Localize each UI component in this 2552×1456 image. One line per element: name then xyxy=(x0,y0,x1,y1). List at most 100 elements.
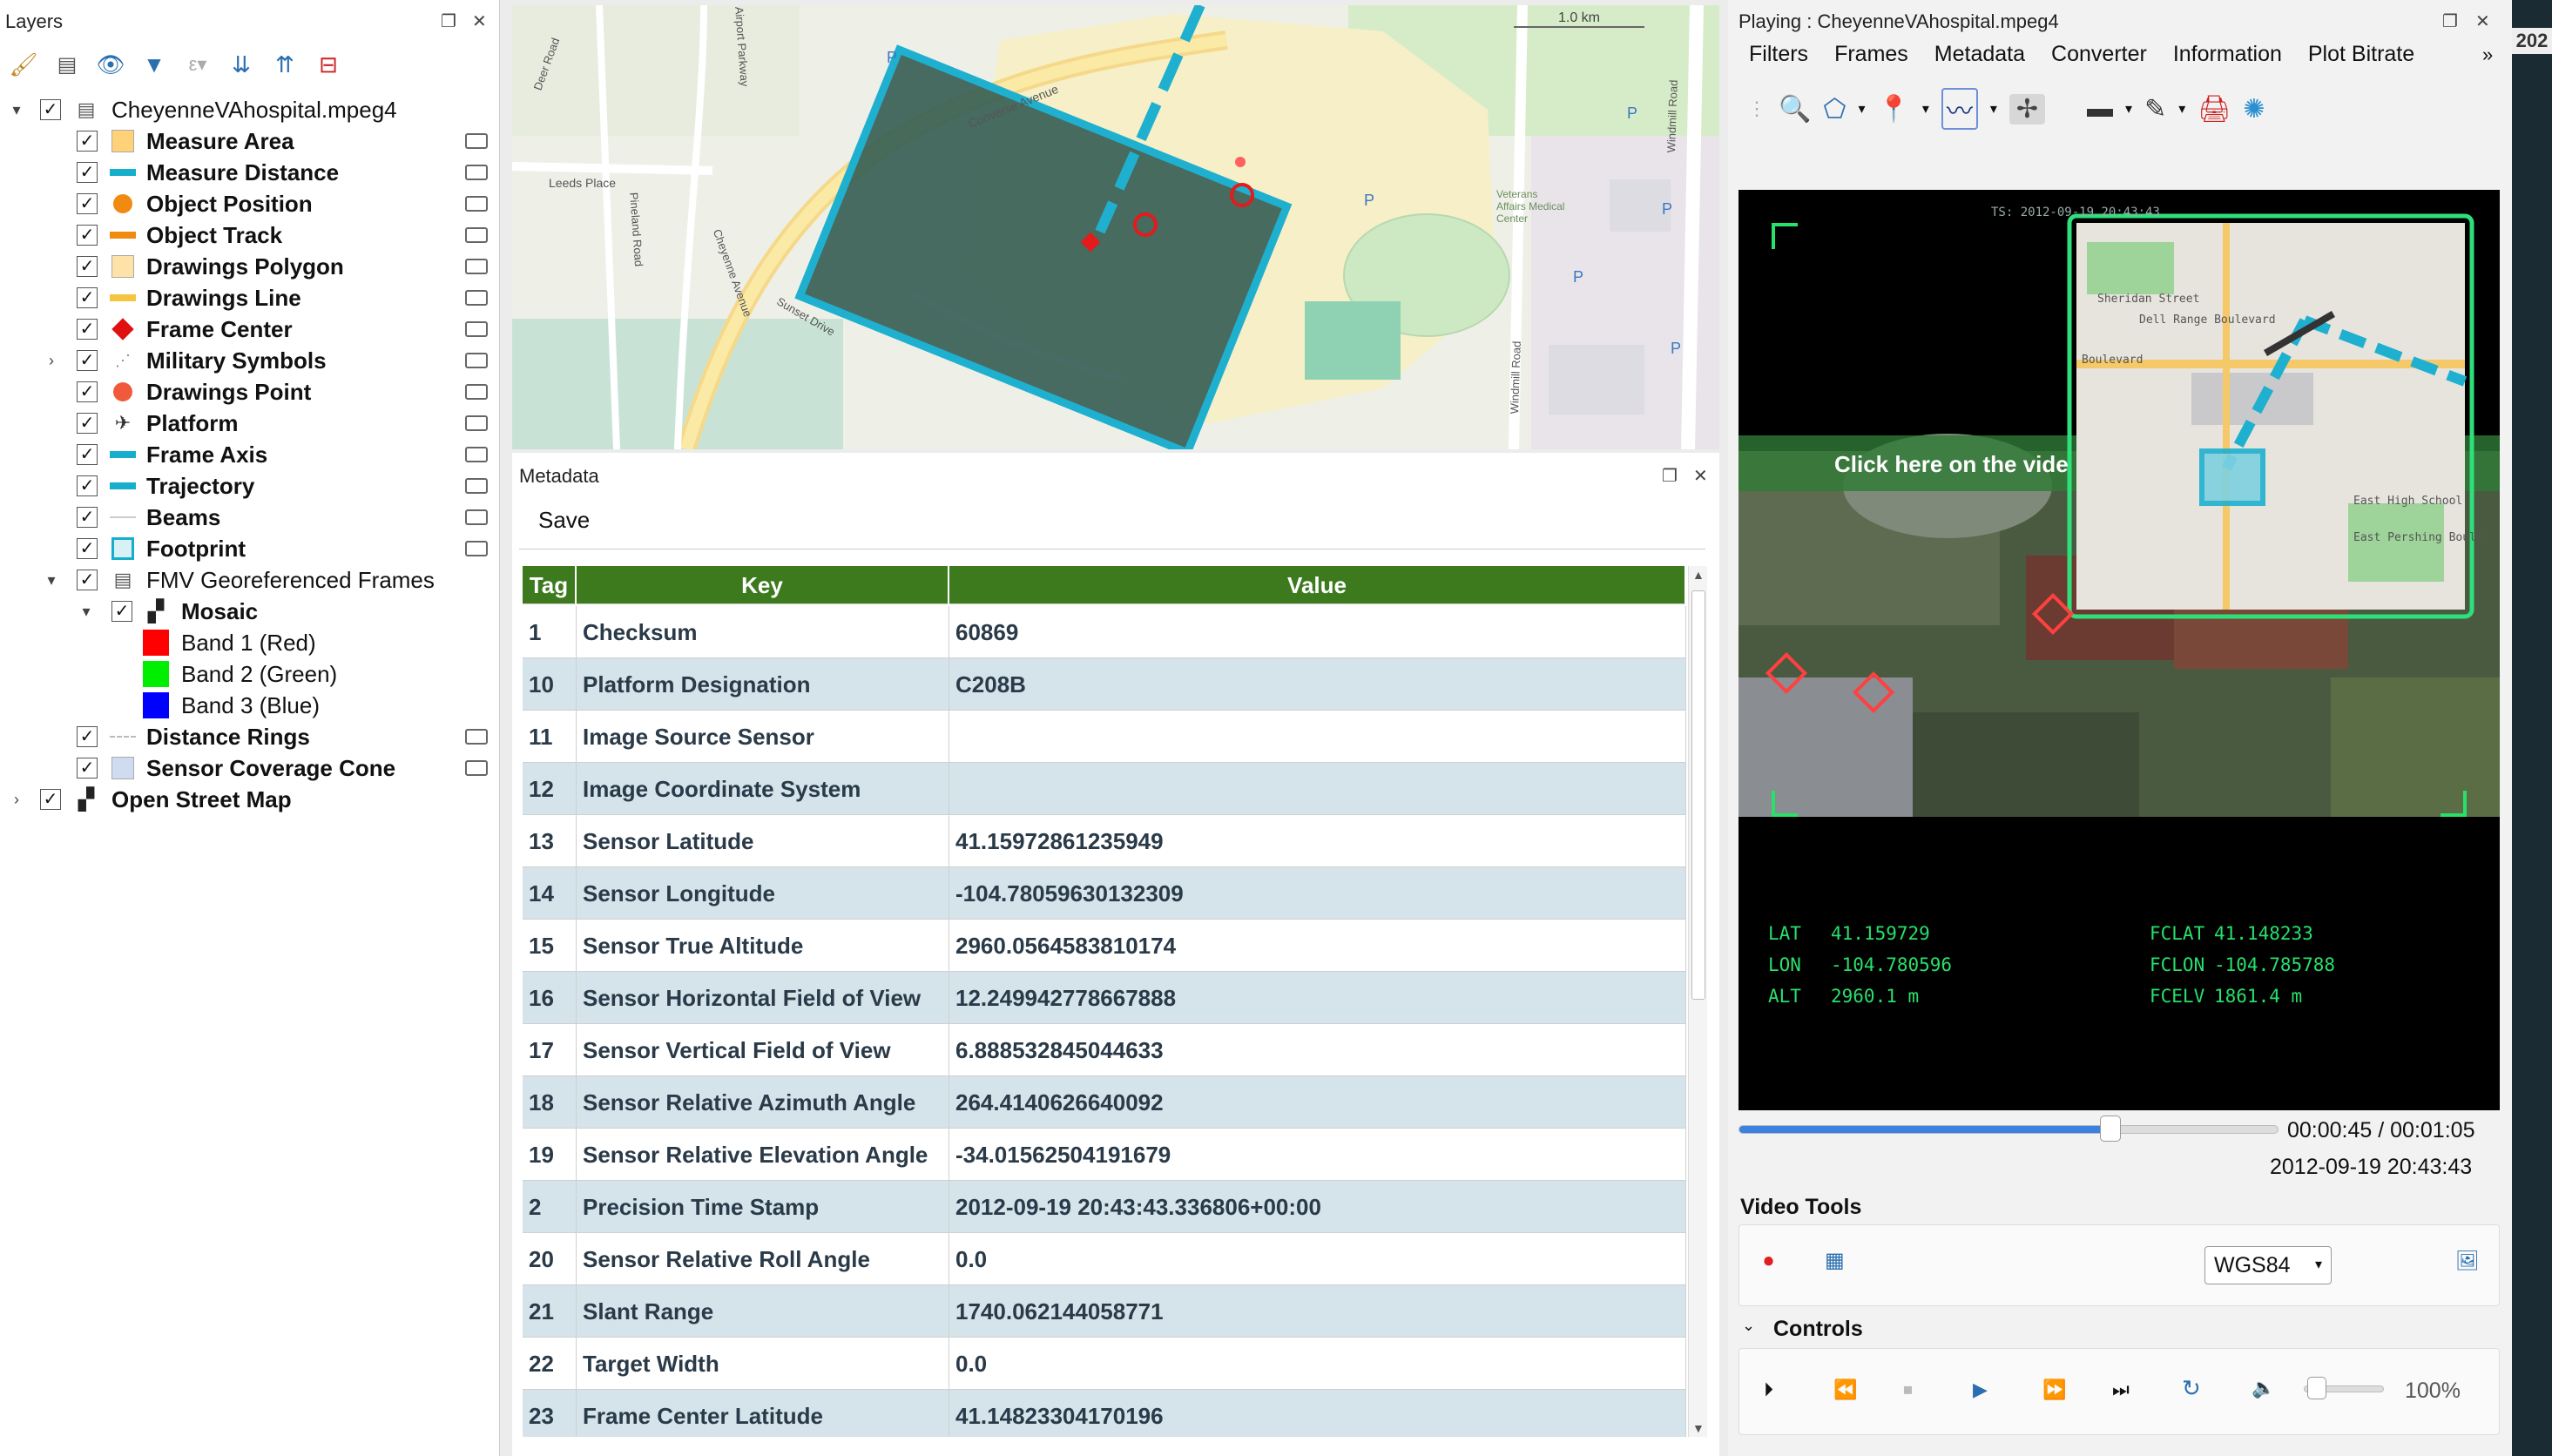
band-item[interactable]: Band 3 (Blue) xyxy=(0,690,500,721)
memory-layer-icon[interactable] xyxy=(465,321,488,337)
layer-item[interactable]: ✓ Trajectory xyxy=(0,470,500,502)
layer-checkbox[interactable]: ✓ xyxy=(77,758,98,779)
layer-item[interactable]: › ✓ ⋰ Military Symbols xyxy=(0,345,500,376)
table-row[interactable]: 14 Sensor Longitude -104.78059630132309 xyxy=(523,867,1686,920)
memory-layer-icon[interactable] xyxy=(465,290,488,306)
style-brush-icon[interactable]: 🖌 xyxy=(7,49,40,80)
seek-handle[interactable] xyxy=(2100,1116,2122,1142)
layer-checkbox[interactable]: ✓ xyxy=(77,538,98,559)
header-key[interactable]: Key xyxy=(577,566,949,604)
menu-frames[interactable]: Frames xyxy=(1834,42,1908,73)
table-row[interactable]: 13 Sensor Latitude 41.15972861235949 xyxy=(523,815,1686,867)
layer-checkbox[interactable]: ✓ xyxy=(111,601,132,622)
layer-item[interactable]: ✓ Footprint xyxy=(0,533,500,564)
metadata-table[interactable]: Tag Key Value 1 Checksum 60869 10 Platform D… xyxy=(523,566,1686,1437)
layer-checkbox[interactable]: ✓ xyxy=(77,570,98,590)
memory-layer-icon[interactable] xyxy=(465,196,488,212)
header-tag[interactable]: Tag xyxy=(523,566,577,604)
memory-layer-icon[interactable] xyxy=(465,227,488,243)
layer-item[interactable]: ✓ Distance Rings xyxy=(0,721,500,752)
image-export-icon[interactable]: 🖼 xyxy=(2455,1250,2480,1272)
chevron-down-icon[interactable]: ⌄ xyxy=(1742,1317,1755,1335)
layer-checkbox[interactable]: ✓ xyxy=(77,413,98,434)
table-row[interactable]: 15 Sensor True Altitude 2960.0564583810174 xyxy=(523,920,1686,972)
memory-layer-icon[interactable] xyxy=(465,415,488,431)
layer-checkbox[interactable]: ✓ xyxy=(77,350,98,371)
expand-arrow-icon[interactable]: › xyxy=(7,791,26,809)
memory-layer-icon[interactable] xyxy=(465,259,488,274)
menu-filters[interactable]: Filters xyxy=(1749,42,1808,73)
expand-arrow-icon[interactable]: ▾ xyxy=(7,101,26,119)
layer-checkbox[interactable]: ✓ xyxy=(77,225,98,246)
band-item[interactable]: Band 1 (Red) xyxy=(0,627,500,658)
close-icon[interactable]: ✕ xyxy=(2475,10,2490,32)
save-button[interactable]: Save xyxy=(538,507,590,534)
magnifier-icon[interactable]: 🔍 xyxy=(1779,94,1811,125)
memory-layer-icon[interactable] xyxy=(465,447,488,462)
band-item[interactable]: Band 2 (Green) xyxy=(0,658,500,690)
menu-converter[interactable]: Converter xyxy=(2051,42,2147,73)
layer-item[interactable]: ✓ Drawings Line xyxy=(0,282,500,313)
crs-select[interactable]: WGS84 ▾ xyxy=(2204,1246,2332,1284)
menu-information[interactable]: Information xyxy=(2173,42,2282,73)
remove-layer-icon[interactable]: ⊟ xyxy=(312,49,345,80)
play-icon[interactable]: ▶ xyxy=(1973,1378,1988,1401)
table-row[interactable]: 16 Sensor Horizontal Field of View 12.2499… xyxy=(523,972,1686,1024)
table-row[interactable]: 21 Slant Range 1740.062144058771 xyxy=(523,1285,1686,1338)
layer-item[interactable]: ✓ Object Position xyxy=(0,188,500,219)
polygon-icon[interactable]: ⬠ xyxy=(1823,94,1846,125)
layer-item[interactable]: ✓ ✈ Platform xyxy=(0,408,500,439)
layer-checkbox[interactable]: ✓ xyxy=(77,726,98,747)
video-view[interactable]: TS: 2012-09-19 20:43:43 Click here on th… xyxy=(1738,190,2500,1110)
expression-filter-icon[interactable]: ε▾ xyxy=(181,49,214,80)
layer-item[interactable]: ✓ Frame Center xyxy=(0,313,500,345)
table-row[interactable]: 19 Sensor Relative Elevation Angle -34.015… xyxy=(523,1129,1686,1181)
table-row[interactable]: 2 Precision Time Stamp 2012-09-19 20:43:43… xyxy=(523,1181,1686,1233)
memory-layer-icon[interactable] xyxy=(465,165,488,180)
layer-checkbox[interactable]: ✓ xyxy=(77,287,98,308)
memory-layer-icon[interactable] xyxy=(465,133,488,149)
layer-item[interactable]: ✓ Frame Axis xyxy=(0,439,500,470)
play-step-icon[interactable]: ⏵ xyxy=(1764,1378,1773,1401)
table-row[interactable]: 12 Image Coordinate System xyxy=(523,763,1686,815)
loop-icon[interactable]: ↻ xyxy=(2182,1375,2201,1402)
layer-checkbox[interactable]: ✓ xyxy=(77,256,98,277)
float-icon[interactable]: ❐ xyxy=(441,10,456,32)
layer-checkbox[interactable]: ✓ xyxy=(77,475,98,496)
layer-mosaic[interactable]: ▾ ✓ ▞ Mosaic xyxy=(0,596,500,627)
expand-arrow-icon[interactable]: ▾ xyxy=(42,571,61,590)
table-row[interactable]: 23 Frame Center Latitude 41.14823304170196 xyxy=(523,1390,1686,1437)
layer-group[interactable]: ▾ ✓ ▤ FMV Georeferenced Frames xyxy=(0,564,500,596)
visibility-eye-icon[interactable]: 👁 xyxy=(94,49,127,80)
map-svg[interactable]: P P P P P P xyxy=(512,5,1719,449)
memory-layer-icon[interactable] xyxy=(465,729,488,745)
close-icon[interactable]: ✕ xyxy=(1693,465,1708,487)
table-row[interactable]: 22 Target Width 0.0 xyxy=(523,1338,1686,1390)
header-value[interactable]: Value xyxy=(949,566,1686,604)
table-row[interactable]: 17 Sensor Vertical Field of View 6.8885328… xyxy=(523,1024,1686,1076)
layer-item[interactable]: ✓ Drawings Point xyxy=(0,376,500,408)
memory-layer-icon[interactable] xyxy=(465,353,488,368)
volume-icon[interactable]: 🔈 xyxy=(2252,1377,2275,1399)
polyline-icon[interactable]: 〰 xyxy=(1941,88,1978,130)
menu-more-chevron[interactable]: » xyxy=(2482,44,2493,66)
draw-icon[interactable]: ✎ xyxy=(2144,94,2166,125)
table-row[interactable]: 1 Checksum 60869 xyxy=(523,606,1686,658)
stamp-icon[interactable]: 🖨 xyxy=(2198,94,2231,125)
rewind-icon[interactable]: ⏪ xyxy=(1833,1378,1857,1401)
table-row[interactable]: 11 Image Source Sensor xyxy=(523,711,1686,763)
menu-metadata[interactable]: Metadata xyxy=(1934,42,2025,73)
layer-item[interactable]: ✓ Object Track xyxy=(0,219,500,251)
layer-osm[interactable]: › ✓ ▞ Open Street Map xyxy=(0,784,500,815)
memory-layer-icon[interactable] xyxy=(465,478,488,494)
layer-checkbox[interactable]: ✓ xyxy=(77,131,98,152)
seek-slider[interactable] xyxy=(1738,1116,2279,1142)
memory-layer-icon[interactable] xyxy=(465,541,488,556)
layer-checkbox[interactable]: ✓ xyxy=(77,162,98,183)
layer-checkbox[interactable]: ✓ xyxy=(40,789,61,810)
expand-arrow-icon[interactable]: ▾ xyxy=(77,603,96,621)
expand-all-icon[interactable]: ⇊ xyxy=(225,49,258,80)
layer-item[interactable]: ✓ Drawings Polygon xyxy=(0,251,500,282)
collapse-all-icon[interactable]: ⇈ xyxy=(268,49,301,80)
map-canvas[interactable]: P P P P P P 1.0 km Converse Avenue Leeds… xyxy=(512,5,1719,449)
